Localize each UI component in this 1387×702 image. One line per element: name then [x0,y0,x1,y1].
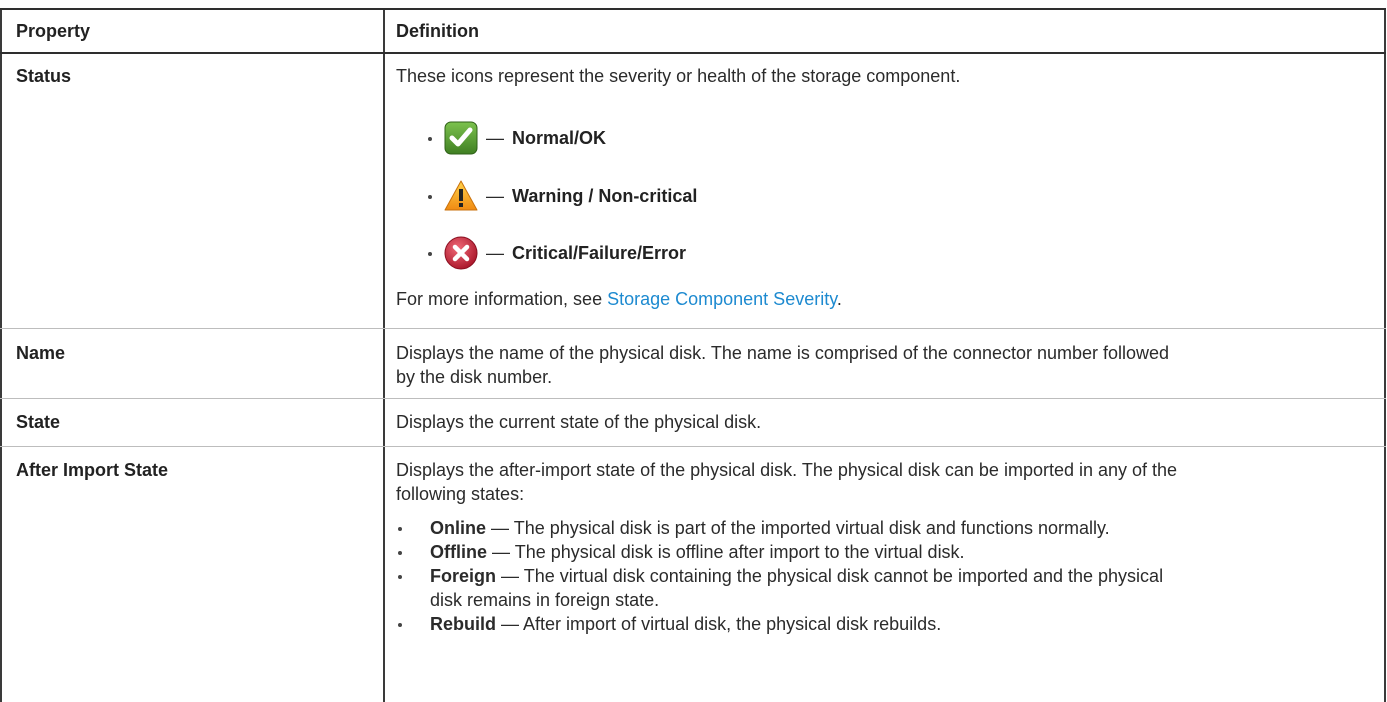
name-definition-line2: by the disk number. [396,367,553,387]
offline-description: The physical disk is offline after impor… [514,542,965,562]
more-info-prefix: For more information, see [396,289,608,309]
table-column-divider [383,8,385,702]
list-item-foreign: Foreign — The virtual disk containing th… [396,564,1163,612]
dash: — [492,542,511,562]
status-more-info: For more information, see Storage Compon… [396,287,842,311]
warning-icon [444,180,478,211]
status-critical-dash: — [486,242,504,263]
after-import-state-list: Online — The physical disk is part of th… [396,516,1163,636]
header-property: Property [16,21,91,41]
dash: — [501,566,520,586]
term-foreign: Foreign [430,566,496,586]
term-rebuild: Rebuild [430,614,496,634]
bullet [398,551,402,555]
foreign-description: The virtual disk containing the physical… [523,566,1164,586]
header-bottom-border [0,52,1386,54]
bullet [428,195,432,199]
property-after-import-state: After Import State [16,460,169,480]
term-offline: Offline [430,542,487,562]
foreign-description-cont: disk remains in foreign state. [430,590,660,610]
row-divider-name [0,398,1386,399]
list-item-offline: Offline — The physical disk is offline a… [396,540,1163,564]
table-left-border [0,8,2,702]
list-item-online: Online — The physical disk is part of th… [396,516,1163,540]
header-definition: Definition [396,21,479,41]
term-online: Online [430,518,487,538]
table-top-border [0,8,1386,10]
status-normal-label: Normal/OK [512,127,607,148]
property-name: Name [16,343,66,363]
table-right-border [1384,8,1386,702]
online-description: The physical disk is part of the importe… [513,518,1110,538]
bullet [398,575,402,579]
row-divider-status [0,328,1386,329]
storage-component-severity-link[interactable]: Storage Component Severity [607,289,837,309]
error-icon [444,236,478,270]
check-icon [444,121,478,155]
rebuild-description: After import of virtual disk, the physic… [523,614,942,634]
after-import-definition-line2: following states: [396,484,525,504]
dash: — [491,518,510,538]
name-definition-line1: Displays the name of the physical disk. … [396,343,1170,363]
status-critical-label: Critical/Failure/Error [512,242,687,263]
bullet [398,527,402,531]
bullet [428,137,432,141]
property-status: Status [16,66,72,86]
bullet [428,252,432,256]
property-definition-table: Property Definition Status These icons r… [0,0,1387,702]
status-warning-label: Warning / Non-critical [512,185,698,206]
status-item-critical: — Critical/Failure/Error [428,236,686,270]
status-item-normal: — Normal/OK [428,121,606,155]
bullet [398,623,402,627]
after-import-definition-line1: Displays the after-import state of the p… [396,460,1178,480]
status-normal-dash: — [486,127,504,148]
state-definition: Displays the current state of the physic… [396,412,762,432]
list-item-rebuild: Rebuild — After import of virtual disk, … [396,612,1163,636]
more-info-suffix: . [836,289,842,309]
status-intro: These icons represent the severity or he… [396,66,961,86]
property-state: State [16,412,61,432]
dash: — [501,614,520,634]
status-item-warning: — Warning / Non-critical [428,179,697,213]
row-divider-state [0,446,1386,447]
status-warning-dash: — [486,185,504,206]
